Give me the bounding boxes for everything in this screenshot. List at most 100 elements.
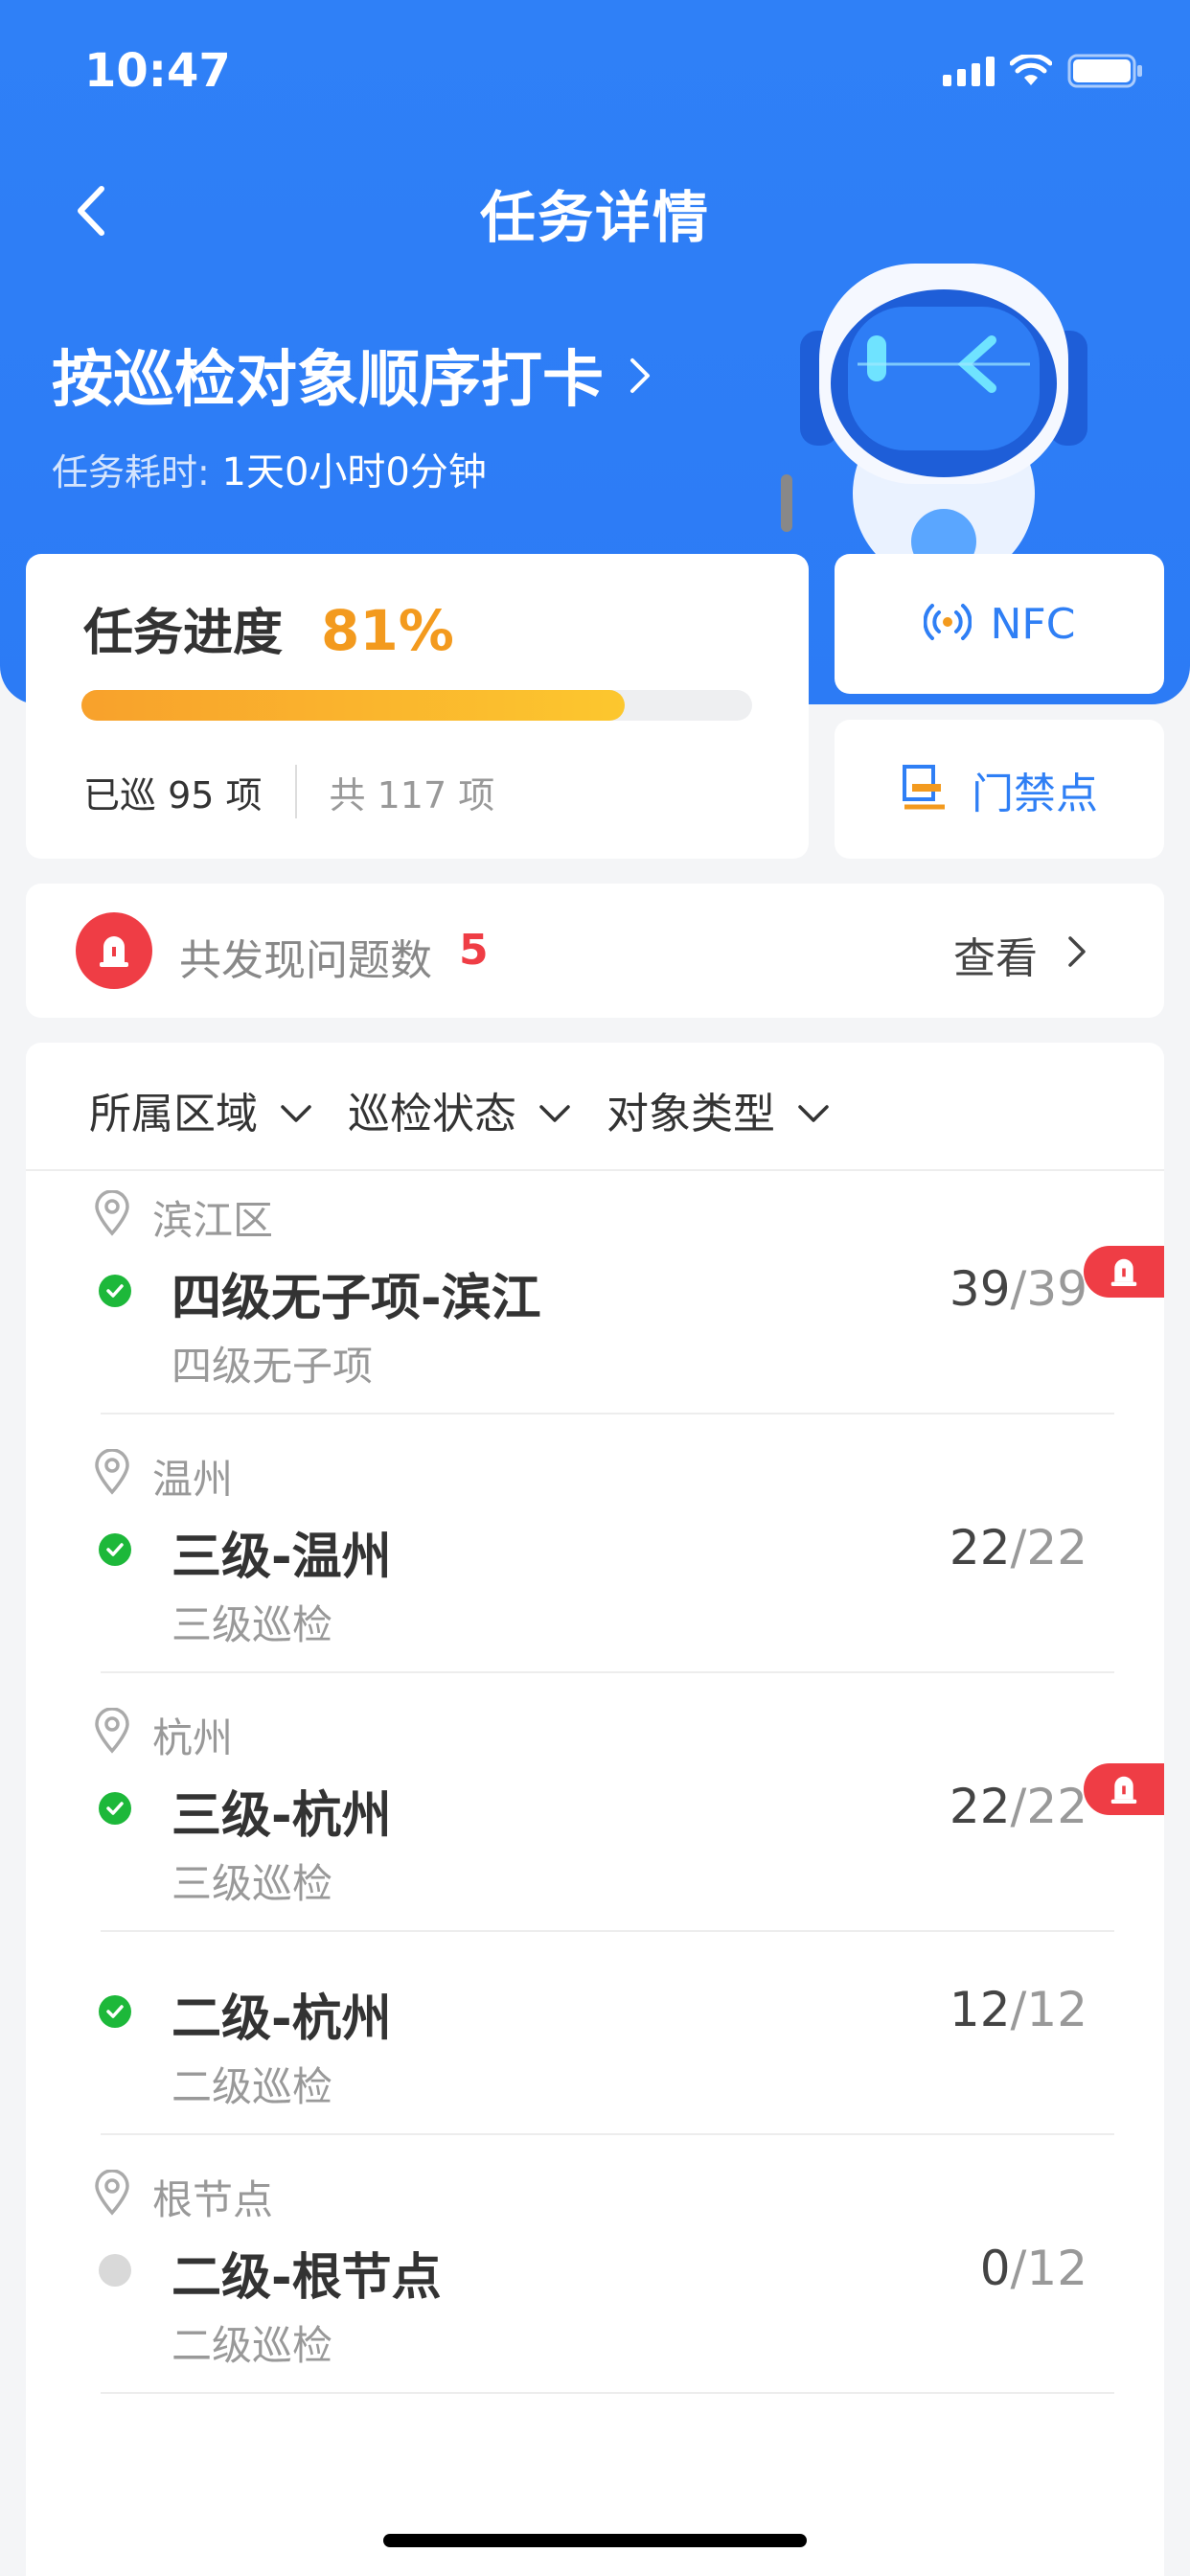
cellular-signal-icon — [943, 56, 995, 86]
chevron-down-icon — [538, 1086, 572, 1135]
progress-header: 任务进度 81% — [83, 592, 454, 664]
item-done-count: 12 — [949, 1982, 1011, 2037]
nfc-button[interactable]: NFC — [835, 554, 1164, 694]
location-pin-icon — [93, 1447, 131, 1505]
task-duration-value: 1天0小时0分钟 — [221, 450, 487, 494]
issues-label: 共发现问题数 — [179, 936, 432, 985]
region-name: 杭州 — [152, 1714, 234, 1761]
filter-region[interactable]: 所属区域 — [89, 1079, 313, 1140]
task-name-link[interactable]: 按巡检对象顺序打卡 — [52, 331, 652, 419]
issues-card[interactable]: 共发现问题数 5 查看 — [26, 884, 1164, 1018]
region-header: 温州 — [93, 1447, 233, 1506]
item-progress-count: 12/12 — [950, 1982, 1087, 2037]
check-circle-icon — [99, 1792, 131, 1825]
inspection-item[interactable]: 四级无子项-滨江四级无子项 39/39 — [26, 1244, 1164, 1426]
issue-flag-icon — [1084, 1763, 1164, 1815]
divider — [101, 1671, 1114, 1673]
item-progress-count: 22/22 — [950, 1779, 1087, 1834]
home-indicator — [383, 2534, 807, 2547]
item-progress-count: 22/22 — [950, 1520, 1087, 1576]
item-name: 二级-杭州 — [172, 1990, 392, 2048]
item-done-count: 0 — [979, 2241, 1011, 2296]
inspection-item[interactable]: 三级-杭州三级巡检 22/22 — [26, 1761, 1164, 1944]
item-type: 三级巡检 — [172, 1601, 333, 1648]
filter-status-label: 巡检状态 — [348, 1090, 516, 1138]
access-point-label: 门禁点 — [972, 769, 1098, 818]
item-done-count: 39 — [949, 1261, 1011, 1317]
task-duration: 任务耗时: 1天0小时0分钟 — [52, 441, 487, 496]
item-type: 二级巡检 — [172, 2063, 333, 2110]
filter-bar: 所属区域 巡检状态 对象类型 — [89, 1079, 831, 1140]
location-pin-icon — [93, 1188, 131, 1246]
region-header: 根节点 — [93, 2168, 273, 2226]
view-issues-link[interactable]: 查看 — [953, 924, 1087, 985]
filter-object-type-label: 对象类型 — [606, 1090, 775, 1138]
robot-mascot-illustration — [762, 254, 1126, 585]
item-done-count: 22 — [949, 1779, 1011, 1834]
item-total-count: /12 — [1010, 2241, 1087, 2296]
alarm-icon — [76, 912, 152, 989]
item-progress-count: 0/12 — [980, 2241, 1087, 2296]
check-circle-icon — [99, 1275, 131, 1307]
inspection-item[interactable]: 三级-温州三级巡检 22/22 — [26, 1503, 1164, 1685]
issues-summary: 共发现问题数 5 — [179, 926, 489, 987]
progress-percent: 81% — [321, 598, 454, 663]
region-name: 根节点 — [152, 2176, 274, 2223]
item-total-count: /22 — [1010, 1779, 1087, 1834]
issue-flag-icon — [1084, 1246, 1164, 1298]
progress-bar-fill — [81, 690, 625, 721]
item-total-count: /39 — [1010, 1261, 1087, 1317]
check-circle-icon — [99, 1995, 131, 2028]
pending-circle-icon — [99, 2254, 131, 2287]
view-label: 查看 — [953, 934, 1038, 983]
filter-region-label: 所属区域 — [89, 1090, 258, 1138]
battery-icon — [1067, 54, 1144, 88]
checked-count: 已巡 95 项 — [83, 773, 263, 816]
divider — [101, 1930, 1114, 1932]
progress-bar — [81, 690, 752, 721]
item-total-count: /22 — [1010, 1520, 1087, 1576]
page-title: 任务详情 — [479, 185, 710, 250]
progress-label: 任务进度 — [83, 605, 284, 662]
filter-object-type[interactable]: 对象类型 — [606, 1079, 831, 1140]
item-total-count: /12 — [1010, 1982, 1087, 2037]
item-name: 四级无子项-滨江 — [172, 1270, 541, 1327]
status-time: 10:47 — [84, 44, 231, 98]
location-pin-icon — [93, 1706, 131, 1763]
region-header: 杭州 — [93, 1706, 233, 1764]
task-name: 按巡检对象顺序打卡 — [52, 345, 604, 416]
wifi-icon — [1010, 55, 1052, 87]
region-name: 滨江区 — [152, 1197, 274, 1244]
divider — [26, 1169, 1164, 1171]
item-name: 三级-杭州 — [172, 1787, 392, 1845]
inspection-item[interactable]: 二级-根节点二级巡检 0/12 — [26, 2223, 1164, 2405]
chevron-down-icon — [279, 1086, 313, 1135]
issues-count: 5 — [459, 926, 489, 975]
nfc-icon — [923, 601, 973, 647]
access-point-button[interactable]: 门禁点 — [835, 720, 1164, 859]
item-type: 四级无子项 — [172, 1343, 374, 1390]
item-name: 二级-根节点 — [172, 2249, 442, 2307]
divider — [101, 2133, 1114, 2135]
chevron-down-icon — [796, 1086, 831, 1135]
progress-counts: 已巡 95 项 共 117 项 — [83, 765, 494, 818]
divider — [101, 2392, 1114, 2394]
region-header: 滨江区 — [93, 1188, 273, 1247]
total-count: 共 117 项 — [329, 773, 495, 816]
item-type: 三级巡检 — [172, 1860, 333, 1907]
check-circle-icon — [99, 1533, 131, 1566]
location-pin-icon — [93, 2168, 131, 2225]
inspection-list-card: 所属区域 巡检状态 对象类型 滨江区 四级无子项-滨江 四级无子项 39/39 温州 三级… — [26, 1043, 1164, 2576]
item-done-count: 22 — [949, 1520, 1011, 1576]
item-name: 三级-温州 — [172, 1529, 392, 1586]
inspection-item[interactable]: 二级-杭州二级巡检 12/12 — [26, 1965, 1164, 2147]
door-access-icon — [901, 763, 949, 816]
task-duration-label: 任务耗时: — [52, 451, 210, 494]
divider — [101, 1413, 1114, 1414]
status-bar: 10:47 — [0, 0, 1190, 144]
progress-card: 任务进度 81% 已巡 95 项 共 117 项 — [26, 554, 809, 859]
status-icons — [943, 54, 1144, 88]
item-type: 二级巡检 — [172, 2322, 333, 2369]
filter-status[interactable]: 巡检状态 — [348, 1079, 572, 1140]
region-name: 温州 — [152, 1456, 234, 1503]
